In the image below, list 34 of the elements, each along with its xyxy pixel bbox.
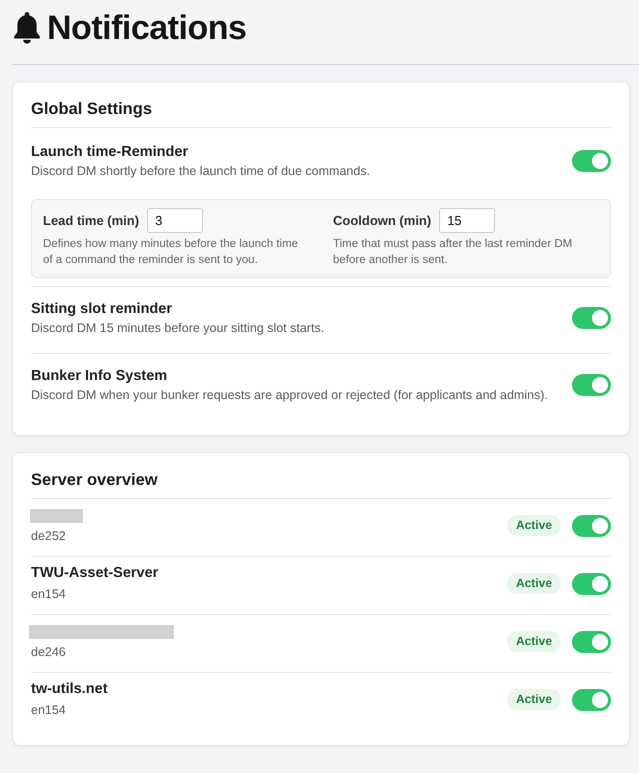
page-title: Notifications xyxy=(47,8,246,48)
number-input[interactable]: 3 xyxy=(147,208,204,233)
status-badge: Active xyxy=(506,631,561,652)
setting-description: Discord DM when your bunker requests are approved or rejected (for applicants and admins). xyxy=(31,387,548,404)
field-label: Lead time (min) xyxy=(43,213,140,228)
bell-icon xyxy=(12,12,42,44)
toggle-switch[interactable] xyxy=(572,630,611,652)
setting-title: Launch time-Reminder xyxy=(31,143,190,162)
help-text: Defines how many minutes before the launch time of a command the reminder is sent to you. xyxy=(43,237,300,268)
setting-title: Sitting slot reminder xyxy=(31,300,173,319)
section-title: Global Settings xyxy=(31,82,611,128)
server-region: de252 xyxy=(31,528,67,545)
section-title: Server overview xyxy=(31,453,611,499)
server-region: en154 xyxy=(31,702,67,719)
number-input[interactable]: 15 xyxy=(439,208,496,233)
setting-title: Bunker Info System xyxy=(31,367,168,386)
server-region: en154 xyxy=(31,586,67,603)
server-name: tw-utils.net xyxy=(31,680,108,698)
status-badge: Active xyxy=(506,515,561,536)
toggle-switch[interactable] xyxy=(572,307,611,329)
server-name: TWU-Asset-Server xyxy=(31,564,158,582)
toggle-switch[interactable] xyxy=(572,514,611,536)
status-badge: Active xyxy=(506,689,561,710)
toggle-switch[interactable] xyxy=(572,150,611,172)
field-label: Cooldown (min) xyxy=(333,213,432,228)
toggle-switch[interactable] xyxy=(572,374,611,396)
status-badge: Active xyxy=(506,573,561,594)
redaction-bar xyxy=(30,509,83,523)
setting-description: Discord DM 15 minutes before your sitting slot starts. xyxy=(31,320,324,337)
toggle-switch[interactable] xyxy=(572,688,611,710)
help-text: Time that must pass after the last reminder DM before another is sent. xyxy=(333,237,574,268)
server-region: de246 xyxy=(31,644,67,661)
toggle-switch[interactable] xyxy=(572,572,611,594)
setting-description: Discord DM shortly before the launch time of due commands. xyxy=(31,163,370,180)
